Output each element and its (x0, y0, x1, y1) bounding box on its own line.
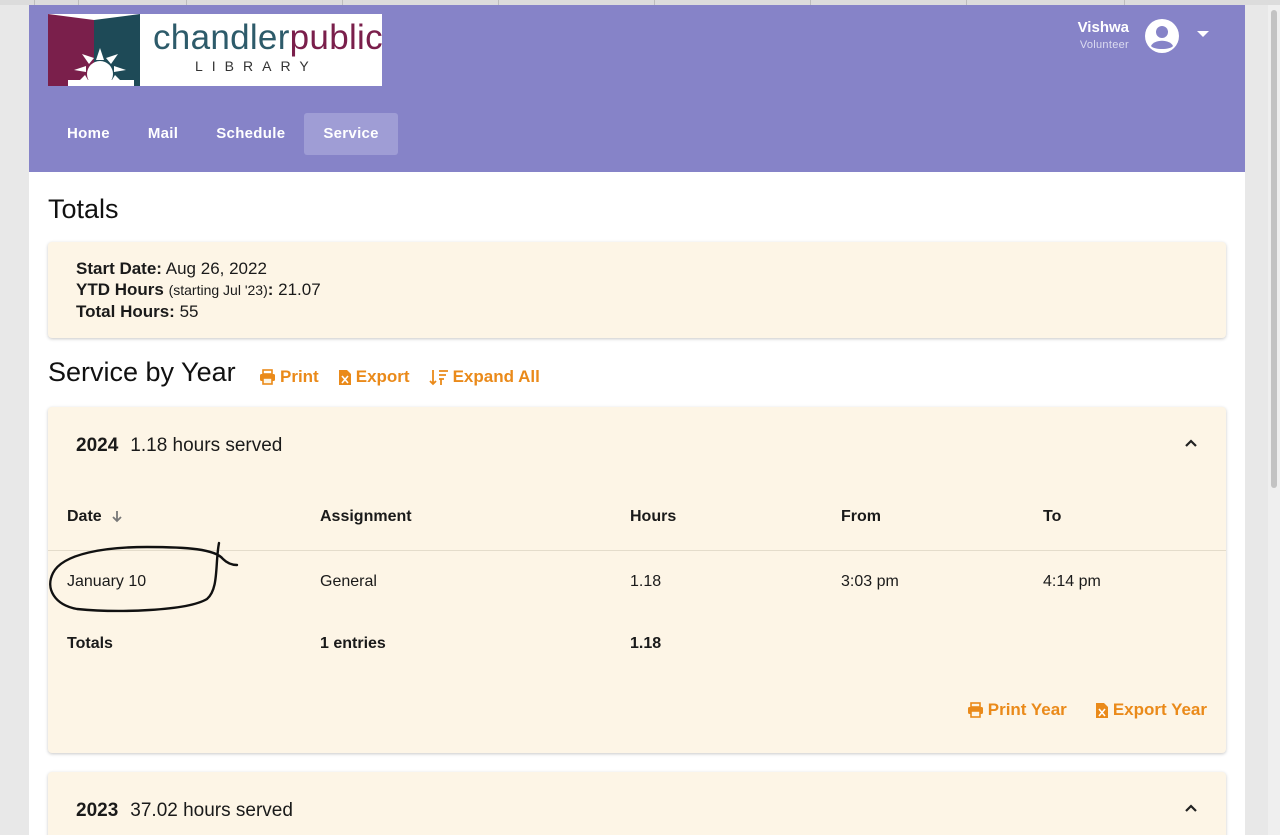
column-header-from[interactable]: From (841, 505, 881, 529)
excel-file-icon (338, 369, 351, 385)
expand-all-label: Expand All (452, 367, 540, 386)
chevron-up-icon[interactable] (1184, 438, 1198, 448)
library-logo[interactable]: chandlerpublic LIBRARY (48, 14, 383, 86)
sort-arrow-down-icon (112, 511, 122, 523)
scrollbar-thumb[interactable] (1271, 10, 1277, 488)
export-year-label: Export Year (1112, 700, 1207, 719)
row-assignment: General (320, 573, 377, 590)
user-menu[interactable]: Vishwa Volunteer (1017, 17, 1217, 55)
totals-row-entries: 1 entries (320, 635, 386, 652)
column-header-date[interactable]: Date (67, 505, 124, 529)
start-date-label: Start Date: (76, 259, 162, 278)
printer-icon (967, 702, 983, 718)
app-window: chandlerpublic LIBRARY Vishwa Volunteer … (29, 5, 1245, 835)
handwritten-circle-annotation (49, 541, 239, 613)
printer-icon (260, 369, 275, 385)
total-hours-line: Total Hours: 55 (76, 301, 1198, 322)
header-bar: chandlerpublic LIBRARY Vishwa Volunteer … (29, 5, 1245, 172)
nav-mail[interactable]: Mail (129, 113, 197, 155)
user-name: Vishwa (1077, 19, 1129, 36)
total-hours-label: Total Hours: (76, 302, 175, 321)
logo-subtitle: LIBRARY (195, 58, 318, 74)
year-summary: 37.02 hours served (130, 800, 293, 821)
export-year-button[interactable]: Export Year (1095, 700, 1207, 720)
print-label: Print (280, 367, 319, 386)
nav-home[interactable]: Home (48, 113, 129, 155)
ytd-hours-label: YTD Hours (76, 280, 164, 299)
row-hours: 1.18 (630, 573, 662, 590)
year-panel-header[interactable]: 2023 37.02 hours served (76, 800, 293, 822)
main-nav: Home Mail Schedule Service (48, 113, 398, 155)
column-header-to[interactable]: To (1043, 505, 1061, 529)
start-date-line: Start Date: Aug 26, 2022 (76, 258, 1198, 279)
row-to: 4:14 pm (1043, 573, 1101, 590)
print-year-label: Print Year (987, 700, 1067, 719)
sort-expand-icon (428, 369, 448, 385)
column-header-hours[interactable]: Hours (630, 505, 676, 529)
ytd-hours-note: (starting Jul '23) (168, 282, 268, 298)
ytd-hours-line: YTD Hours (starting Jul '23): 21.07 (76, 280, 321, 299)
row-from: 3:03 pm (841, 573, 899, 590)
nav-schedule[interactable]: Schedule (197, 113, 304, 155)
year-panel-header[interactable]: 2024 1.18 hours served (76, 435, 282, 457)
start-date-value: Aug 26, 2022 (165, 259, 267, 278)
year-actions: Print Year Export Year (967, 700, 1207, 720)
year-label: 2023 (76, 800, 119, 821)
year-label: 2024 (76, 435, 119, 456)
user-role: Volunteer (1079, 39, 1129, 51)
totals-row-hours: 1.18 (630, 635, 662, 652)
nav-service[interactable]: Service (304, 113, 398, 155)
export-label: Export (355, 367, 410, 386)
logo-wordmark: chandlerpublic (153, 18, 383, 57)
account-circle-icon[interactable] (1145, 19, 1179, 53)
export-button[interactable]: Export (338, 367, 410, 387)
year-panel-2023: 2023 37.02 hours served (48, 772, 1226, 835)
service-by-year-heading: Service by Year (48, 357, 236, 387)
logo-mark-icon (48, 14, 140, 86)
year-summary: 1.18 hours served (130, 435, 283, 456)
print-button[interactable]: Print (259, 367, 319, 387)
totals-card: Start Date: Aug 26, 2022 YTD Hours (star… (48, 242, 1226, 338)
print-year-button[interactable]: Print Year (967, 700, 1067, 720)
total-hours-value: 55 (179, 302, 199, 321)
excel-file-icon (1095, 702, 1108, 718)
ytd-hours-value: 21.07 (278, 280, 321, 299)
totals-heading: Totals (48, 194, 119, 224)
chevron-up-icon[interactable] (1184, 803, 1198, 813)
column-header-assignment[interactable]: Assignment (320, 505, 412, 529)
expand-all-button[interactable]: Expand All (428, 367, 540, 387)
service-actions: Print Export Expand All (259, 367, 540, 387)
caret-down-icon[interactable] (1197, 31, 1209, 37)
totals-row-label: Totals (67, 635, 113, 652)
